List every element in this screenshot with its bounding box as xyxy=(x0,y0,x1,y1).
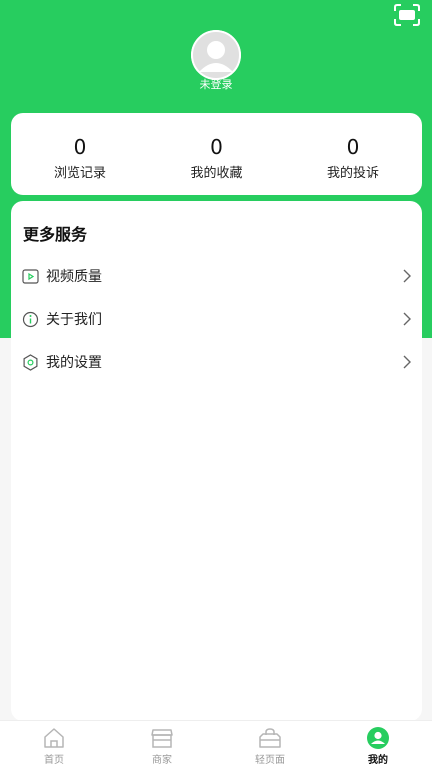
stat-browse-history[interactable]: 0 浏览记录 xyxy=(39,113,121,195)
nav-item-store[interactable]: 商家 xyxy=(108,721,216,768)
chevron-right-icon xyxy=(403,269,411,283)
service-item-about-us[interactable]: 关于我们 xyxy=(11,301,422,337)
stat-value: 0 xyxy=(346,135,360,159)
nav-item-home[interactable]: 首页 xyxy=(0,721,108,768)
stat-label: 我的投诉 xyxy=(326,166,379,181)
stat-label: 我的收藏 xyxy=(190,166,243,181)
services-title: 更多服务 xyxy=(23,225,88,244)
video-icon xyxy=(22,268,39,284)
stat-label: 浏览记录 xyxy=(53,166,106,181)
avatar[interactable] xyxy=(191,30,241,80)
stat-complaints[interactable]: 0 我的投诉 xyxy=(312,113,394,195)
info-icon xyxy=(22,311,39,327)
stat-favorites[interactable]: 0 我的收藏 xyxy=(176,113,258,195)
nav-item-light-page[interactable]: 轻页面 xyxy=(216,721,324,768)
bottom-nav: 首页 商家 轻页面 我的 xyxy=(0,720,432,768)
nav-label: 轻页面 xyxy=(255,755,285,766)
stats-card: 0 浏览记录 0 我的收藏 0 我的投诉 xyxy=(11,113,422,195)
chevron-right-icon xyxy=(403,355,411,369)
stat-value: 0 xyxy=(210,135,223,159)
scan-icon[interactable] xyxy=(394,4,420,26)
profile-icon xyxy=(367,727,389,749)
nav-label: 商家 xyxy=(152,755,172,766)
service-item-my-settings[interactable]: 我的设置 xyxy=(11,344,422,380)
nav-item-mine[interactable]: 我的 xyxy=(324,721,432,768)
service-label: 视频质量 xyxy=(46,269,102,285)
service-label: 关于我们 xyxy=(46,312,102,328)
profile-page: 未登录 0 浏览记录 0 我的收藏 0 我的投诉 更多服务 视频质量 关于我们 … xyxy=(0,0,432,768)
stat-value: 0 xyxy=(73,135,87,159)
default-avatar-icon xyxy=(191,30,241,80)
nav-label: 我的 xyxy=(368,755,388,766)
service-label: 我的设置 xyxy=(46,355,102,371)
bag-icon xyxy=(259,728,281,748)
store-icon xyxy=(151,729,173,748)
services-card: 更多服务 视频质量 关于我们 我的设置 xyxy=(11,201,422,721)
chevron-right-icon xyxy=(403,312,411,326)
home-icon xyxy=(44,728,64,748)
nav-label: 首页 xyxy=(44,755,64,766)
settings-icon xyxy=(23,353,38,371)
login-status[interactable]: 未登录 xyxy=(0,76,432,92)
service-item-video-quality[interactable]: 视频质量 xyxy=(11,258,422,294)
